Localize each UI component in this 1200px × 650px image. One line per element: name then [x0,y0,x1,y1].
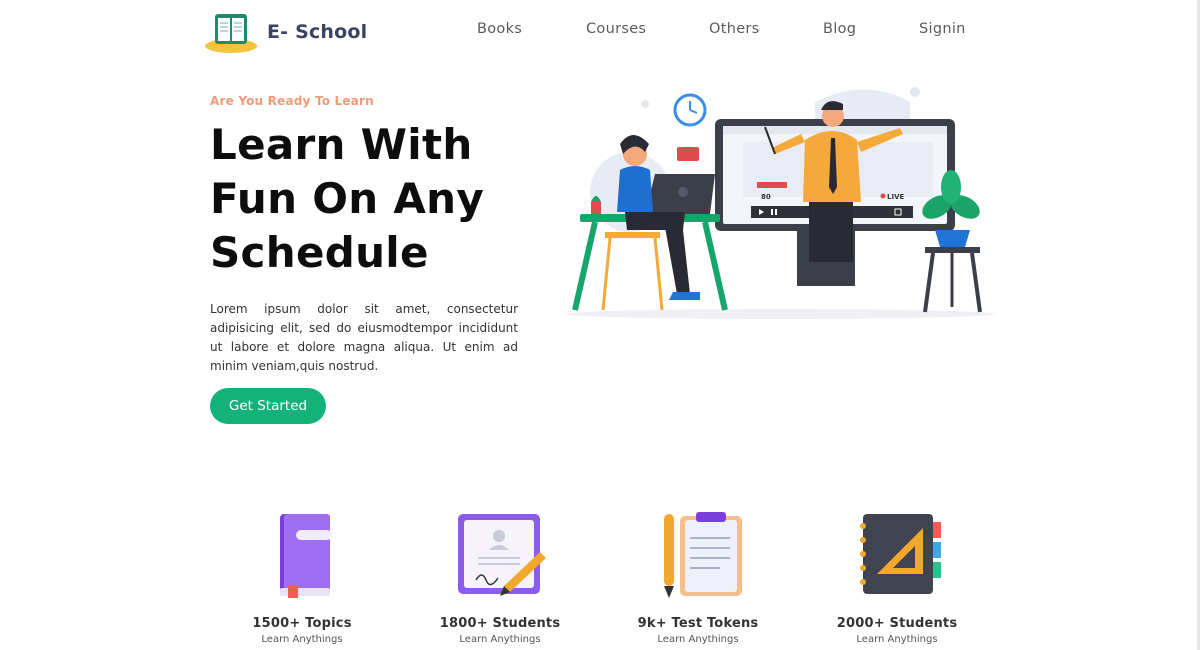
certificate-pen-icon [458,514,546,596]
stat-title: 1500+ Topics [252,616,352,631]
stat-subtitle: Learn Anythings [261,634,343,645]
book-icon [280,514,332,598]
live-badge: LIVE [887,193,904,201]
online-learning-illustration: 80 LIVE [565,87,995,319]
stat-title: 2000+ Students [836,616,958,631]
hero-eyebrow: Are You Ready To Learn [210,94,374,108]
hero-description: Lorem ipsum dolor sit amet, consectetur … [210,302,518,373]
stat-subtitle: Learn Anythings [459,634,541,645]
stat-title: 9k+ Test Tokens [637,616,759,631]
stat-students: 1800+ Students Learn Anythings [410,510,590,645]
nav-link-courses[interactable]: Courses [586,21,646,37]
stat-title: 1800+ Students [439,616,561,631]
stat-test-tokens: 9k+ Test Tokens Learn Anythings [608,510,788,645]
viewer-count: 80 [761,193,771,201]
notebook-ruler-icon [860,514,941,594]
nav-link-others[interactable]: Others [709,21,760,37]
nav-link-books[interactable]: Books [477,21,522,37]
stat-students-2: 2000+ Students Learn Anythings [807,510,987,645]
stat-subtitle: Learn Anythings [856,634,938,645]
stat-topics: 1500+ Topics Learn Anythings [212,510,392,645]
nav-link-signin[interactable]: Signin [919,21,966,37]
clipboard-pencil-icon [664,512,742,598]
stat-subtitle: Learn Anythings [657,634,739,645]
get-started-button[interactable]: Get Started [210,388,326,424]
main-nav: Books Courses Others Blog Signin [0,21,1200,41]
hero-title: Learn With Fun On Any Schedule [210,120,485,277]
nav-link-blog[interactable]: Blog [823,21,856,37]
